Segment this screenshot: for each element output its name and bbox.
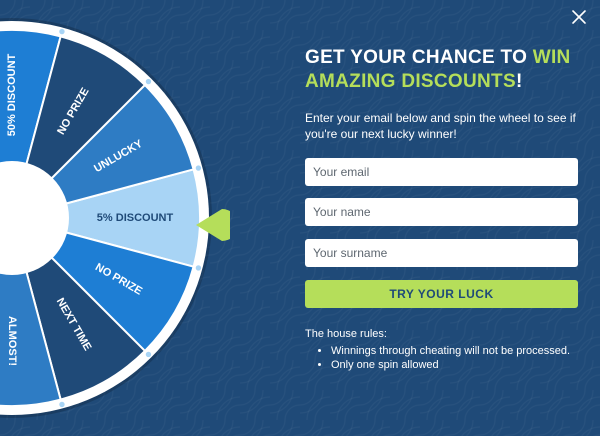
headline-accent-win: WIN	[532, 47, 571, 68]
headline: GET YOUR CHANCE TO WIN AMAZING DISCOUNTS…	[305, 46, 590, 94]
wheel-peg	[144, 77, 153, 86]
rule-item: Only one spin allowed	[331, 359, 591, 373]
rules-title: The house rules:	[305, 328, 387, 340]
prize-wheel-graphic: 5% DISCOUNTNO PRIZENEXT TIMEALMOST!50% D…	[0, 18, 230, 418]
wheel-segment-label: ALMOST!	[6, 316, 18, 366]
surname-field[interactable]	[305, 239, 578, 267]
try-your-luck-button[interactable]: TRY YOUR LUCK	[305, 280, 578, 308]
spin-wheel-popup: 5% DISCOUNT NO PRIZE NEXT TIME ALMOST! 50% D…	[0, 0, 600, 436]
close-icon	[572, 10, 586, 24]
name-field[interactable]	[305, 198, 578, 226]
wheel-segment-label: 50% DISCOUNT	[6, 53, 18, 136]
wheel-peg	[194, 264, 203, 272]
headline-end: !	[515, 71, 523, 92]
subtext: Enter your email below and spin the whee…	[305, 111, 576, 141]
wheel-peg	[144, 350, 153, 359]
prize-wheel[interactable]: 5% DISCOUNT NO PRIZE NEXT TIME ALMOST! 50% D…	[0, 0, 230, 436]
close-button[interactable]	[568, 6, 590, 28]
wheel-peg	[194, 164, 203, 172]
headline-part1: GET YOUR CHANCE TO	[305, 47, 533, 68]
rules-list: Winnings through cheating will not be pr…	[315, 345, 591, 372]
wheel-segment-label: 5% DISCOUNT	[97, 212, 174, 224]
headline-accent-discounts: AMAZING DISCOUNTS	[305, 71, 516, 92]
email-field[interactable]	[305, 158, 578, 186]
wheel-peg	[58, 27, 66, 36]
rule-item: Winnings through cheating will not be pr…	[331, 345, 591, 359]
wheel-peg	[58, 400, 66, 409]
